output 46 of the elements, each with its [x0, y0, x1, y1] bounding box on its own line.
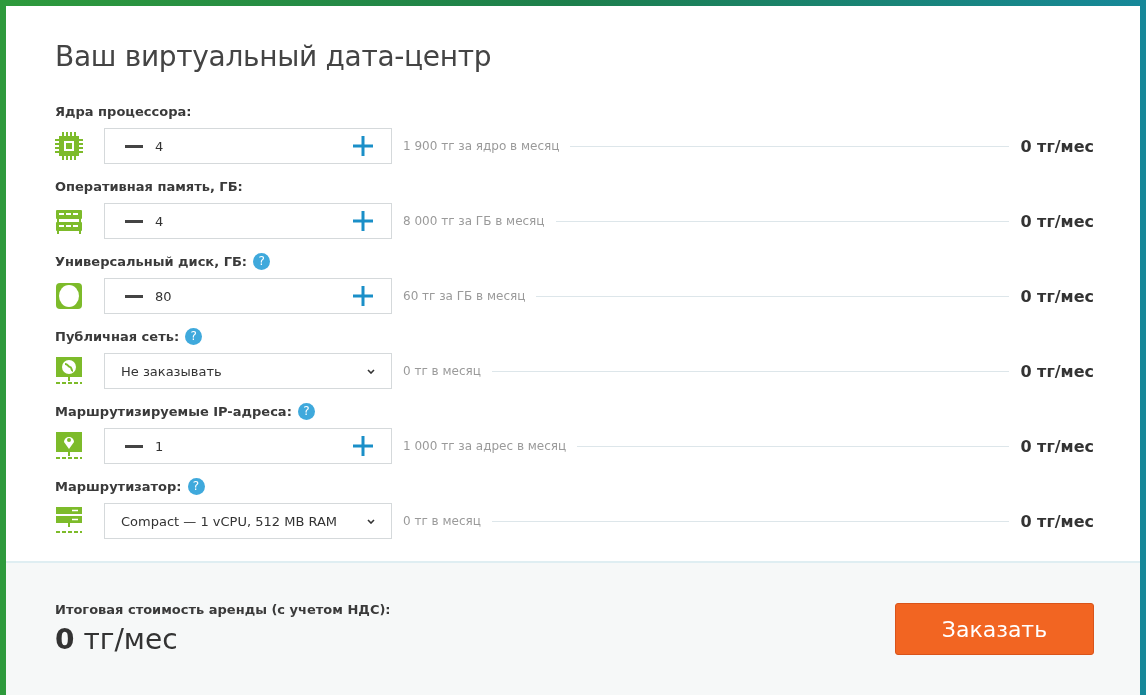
plus-icon[interactable]: [353, 286, 373, 306]
number-stepper[interactable]: 4: [104, 203, 392, 239]
field-label: Универсальный диск, ГБ:: [55, 253, 248, 269]
price-note: 1 900 тг за ядро в месяц: [403, 139, 560, 153]
price-note: 60 тг за ГБ в месяц: [403, 289, 526, 303]
grand-total: 0 тг/мес: [55, 623, 179, 656]
row-total: 0 тг/мес: [1020, 361, 1094, 381]
map-pin-network-icon: [55, 432, 83, 460]
field-label: Публичная сеть:: [55, 328, 180, 344]
field-label: Оперативная память, ГБ:: [55, 178, 243, 194]
server-rack-icon: [55, 507, 83, 535]
row-total: 0 тг/мес: [1020, 436, 1094, 456]
number-input[interactable]: 4: [155, 138, 353, 154]
cpu-chip-icon: [55, 132, 83, 160]
number-input[interactable]: 80: [155, 288, 353, 304]
globe-network-icon: [55, 357, 83, 385]
chevron-down-icon: [367, 368, 375, 374]
number-input[interactable]: 1: [155, 438, 353, 454]
row-total: 0 тг/мес: [1020, 211, 1094, 231]
memory-module-icon: [55, 207, 83, 235]
row-total: 0 тг/мес: [1020, 511, 1094, 531]
field-label: Маршрутизатор:: [55, 478, 182, 494]
page-title: Ваш виртуальный дата-центр: [55, 40, 493, 73]
price-note: 0 тг в месяц: [403, 364, 481, 378]
plus-icon[interactable]: [353, 436, 373, 456]
price-note: 0 тг в месяц: [403, 514, 481, 528]
number-input[interactable]: 4: [155, 213, 353, 229]
number-stepper[interactable]: 80: [104, 278, 392, 314]
plus-icon[interactable]: [353, 136, 373, 156]
price-note: 1 000 тг за адрес в месяц: [403, 439, 567, 453]
plus-icon[interactable]: [353, 211, 373, 231]
number-stepper[interactable]: 4: [104, 128, 392, 164]
minus-icon[interactable]: [125, 444, 143, 448]
chevron-down-icon: [367, 518, 375, 524]
minus-icon[interactable]: [125, 144, 143, 148]
dropdown-select[interactable]: Не заказывать: [104, 353, 392, 389]
minus-icon[interactable]: [125, 294, 143, 298]
dropdown-select[interactable]: Compact — 1 vCPU, 512 MB RAM: [104, 503, 392, 539]
price-note: 8 000 тг за ГБ в месяц: [403, 214, 545, 228]
number-stepper[interactable]: 1: [104, 428, 392, 464]
row-total: 0 тг/мес: [1020, 136, 1094, 156]
field-label: Ядра процессора:: [55, 103, 192, 119]
field-label: Маршрутизируемые IP-адреса:: [55, 403, 292, 419]
row-total: 0 тг/мес: [1020, 286, 1094, 306]
total-label: Итоговая стоимость аренды (с учетом НДС):: [55, 602, 391, 617]
minus-icon[interactable]: [125, 219, 143, 223]
